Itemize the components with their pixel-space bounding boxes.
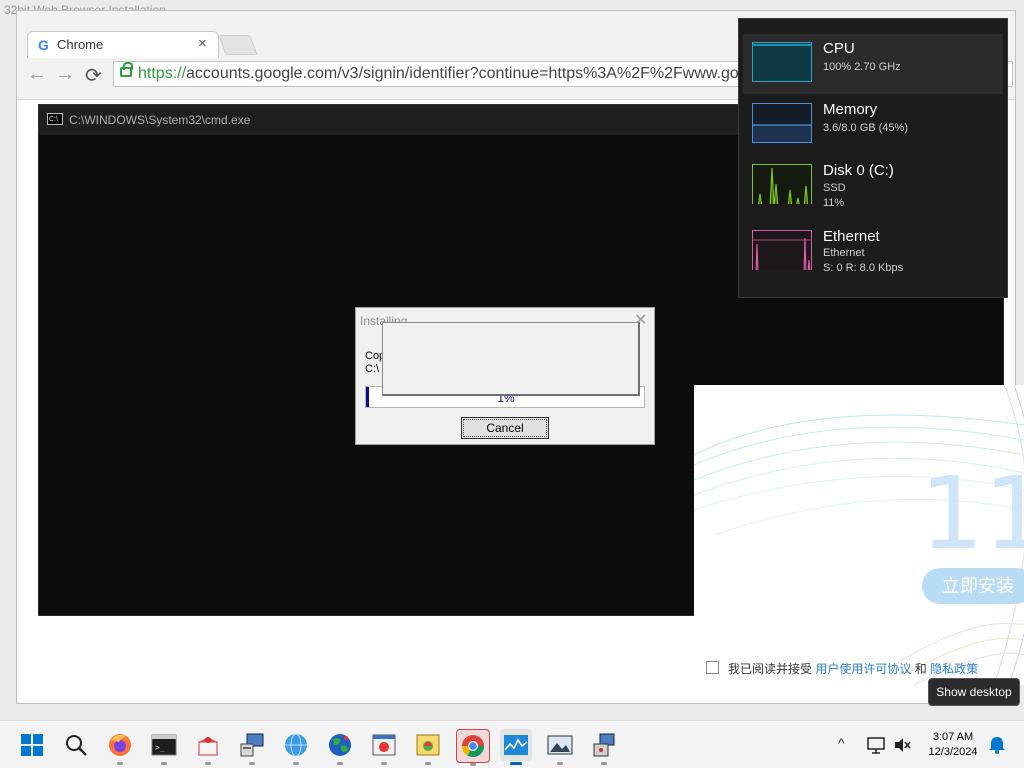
ethernet-label: Ethernet (823, 228, 880, 245)
taskbar-window-app[interactable] (368, 729, 400, 765)
taskbar: >_ ^ 3:07 AM 12/3/2024 (0, 720, 1024, 768)
blank-popup-window (382, 322, 640, 396)
memory-graph-icon (752, 103, 812, 143)
perf-item-memory[interactable]: Memory 3.6/8.0 GB (45%) (743, 95, 1003, 155)
ethernet-adapter: Ethernet (823, 247, 865, 259)
disk-usage: 11% (823, 197, 845, 209)
perf-item-disk[interactable]: Disk 0 (C:) SSD 11% (743, 156, 1003, 216)
memory-label: Memory (823, 101, 878, 118)
chrome-icon (462, 735, 484, 757)
volume-muted-icon[interactable] (892, 735, 912, 755)
ethernet-graph-icon (752, 230, 812, 270)
gift-box-icon (198, 737, 218, 756)
taskbar-task-manager[interactable] (500, 729, 532, 765)
search-button[interactable] (60, 729, 92, 761)
taskbar-photo-app[interactable] (412, 729, 444, 765)
taskbar-setup-wizard[interactable] (236, 729, 268, 765)
google-logo-icon: G (38, 37, 49, 53)
and-text: 和 (914, 662, 927, 676)
reload-icon[interactable]: ⟳ (85, 63, 102, 88)
forward-icon[interactable]: → (55, 63, 75, 86)
setup-computer-icon (240, 733, 264, 757)
new-tab-button[interactable] (218, 35, 258, 55)
url-scheme: https:// (138, 65, 187, 82)
agree-checkbox[interactable] (706, 661, 719, 674)
earth-icon (329, 734, 351, 756)
perf-item-ethernet[interactable]: Ethernet Ethernet S: 0 R: 8.0 Kbps (743, 222, 1003, 282)
task-manager-icon (504, 735, 528, 755)
network-icon[interactable] (866, 735, 886, 755)
agree-prefix: 我已阅读并接受 (728, 662, 813, 676)
installer-version-number: 11 (920, 455, 1024, 572)
url-rest: accounts.google.com/v3/signin/identifier… (186, 65, 748, 82)
agree-text: 我已阅读并接受 用户使用许可协议 和 隐私政策 (728, 660, 978, 677)
cpu-usage: 100% 2.70 GHz (823, 61, 901, 73)
disk-type: SSD (823, 182, 846, 194)
firefox-icon (109, 734, 131, 756)
installer-panel: 11 立即安装 我已阅读并接受 用户使用许可协议 和 隐私政策 (694, 385, 1024, 685)
cpu-graph-icon (752, 42, 812, 82)
taskbar-image-viewer[interactable] (544, 729, 576, 765)
tray-clock[interactable]: 3:07 AM 12/3/2024 (920, 730, 986, 760)
taskbar-setup-package[interactable] (588, 729, 620, 765)
photo-app-icon (416, 734, 440, 756)
globe-icon (285, 733, 307, 757)
lock-icon (120, 62, 133, 77)
cpu-label: CPU (823, 40, 855, 57)
taskbar-installer-box[interactable] (192, 729, 224, 765)
notification-bell-icon[interactable] (988, 735, 1006, 755)
clock-time: 3:07 AM (932, 731, 974, 743)
ethernet-throughput: S: 0 R: 8.0 Kbps (823, 262, 904, 274)
clock-date: 12/3/2024 (928, 746, 978, 758)
taskbar-globe[interactable] (280, 729, 312, 765)
url-text: https://accounts.google.com/v3/signin/id… (138, 65, 748, 83)
memory-usage: 3.6/8.0 GB (45%) (823, 122, 908, 134)
terminal-icon: >_ (151, 734, 177, 756)
taskbar-terminal[interactable]: >_ (148, 729, 180, 765)
cmd-app-icon: C:\ (47, 113, 63, 125)
chrome-tab[interactable]: G Chrome × (27, 31, 219, 58)
privacy-link[interactable]: 隐私政策 (930, 662, 978, 676)
tray-overflow-chevron-icon[interactable]: ^ (838, 735, 845, 751)
cmd-title: C:\WINDOWS\System32\cmd.exe (69, 113, 251, 127)
performance-panel: CPU 100% 2.70 GHz Memory 3.6/8.0 GB (45%… (738, 18, 1008, 298)
tab-title: Chrome (57, 37, 104, 52)
install-now-button[interactable]: 立即安装 (922, 568, 1024, 604)
taskbar-firefox[interactable] (104, 729, 136, 765)
search-icon (66, 735, 87, 756)
license-link[interactable]: 用户使用许可协议 (815, 662, 911, 676)
tab-close-icon[interactable]: × (198, 35, 207, 52)
back-icon[interactable]: ← (27, 63, 47, 86)
start-button[interactable] (16, 729, 48, 761)
disk-label: Disk 0 (C:) (823, 162, 894, 179)
perf-item-cpu[interactable]: CPU 100% 2.70 GHz (743, 34, 1003, 94)
windows-logo-icon (21, 734, 43, 756)
taskbar-earth[interactable] (324, 729, 356, 765)
show-desktop-tooltip: Show desktop (928, 678, 1020, 706)
taskbar-chrome[interactable] (456, 729, 490, 766)
disk-graph-icon (752, 164, 812, 204)
setup-package-icon (593, 733, 615, 757)
app-window-icon (372, 734, 396, 756)
svg-text:>_: >_ (155, 743, 165, 752)
cancel-button[interactable]: Cancel (461, 417, 549, 439)
image-viewer-icon (547, 735, 573, 755)
